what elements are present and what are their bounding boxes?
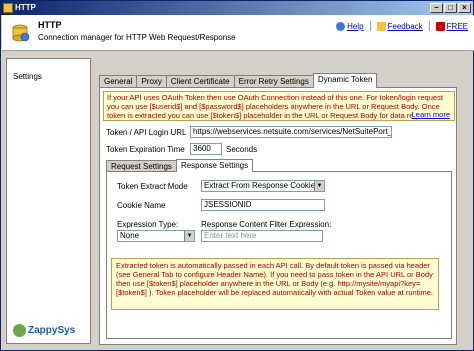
oauth-note: If your API uses OAuth Token then use OA…	[103, 91, 455, 121]
logo-text: ZappySys	[28, 325, 76, 336]
expression-type-select[interactable]: None ▼	[117, 230, 195, 242]
main-tabs: General Proxy Client Certificate Error R…	[99, 73, 378, 88]
nav-item-settings[interactable]: Settings	[13, 72, 42, 81]
feedback-link[interactable]: Feedback	[376, 21, 423, 31]
maximize-button[interactable]: □	[444, 3, 457, 13]
help-icon	[336, 21, 346, 31]
window-title: HTTP	[15, 3, 36, 12]
token-expiration-label: Token Expiration Time	[106, 145, 185, 154]
free-label: FREE	[446, 21, 468, 31]
separator	[428, 21, 430, 31]
expression-type-label: Expression Type:	[117, 220, 179, 229]
close-button[interactable]: ×	[458, 3, 471, 13]
logo-icon	[13, 324, 26, 337]
token-expiration-input[interactable]: 3600	[190, 143, 222, 155]
feedback-label: Feedback	[387, 21, 423, 31]
filter-expression-label: Response Content Filter Expression:	[201, 220, 332, 229]
learn-more-link[interactable]: Learn more	[411, 110, 450, 119]
zappysys-logo: ZappySys	[13, 324, 75, 337]
connection-manager-window: HTTP – □ × HTTP Connection manager for H…	[0, 0, 474, 351]
extract-mode-value: Extract From Response Cookie	[204, 181, 316, 190]
token-info-note: Extracted token is automatically passed …	[111, 258, 439, 310]
free-link[interactable]: FREE	[435, 21, 468, 31]
expression-type-value: None	[120, 231, 140, 240]
feedback-icon	[376, 21, 386, 31]
gift-icon	[435, 21, 445, 31]
chevron-down-icon: ▼	[314, 181, 324, 191]
header-title: HTTP	[38, 20, 62, 30]
chevron-down-icon: ▼	[184, 231, 194, 241]
title-bar: HTTP – □ ×	[1, 1, 473, 15]
header: HTTP Connection manager for HTTP Web Req…	[2, 15, 474, 51]
extract-mode-select[interactable]: Extract From Response Cookie ▼	[201, 180, 325, 192]
oauth-note-text: If your API uses OAuth Token then use OA…	[107, 93, 443, 120]
help-link[interactable]: Help	[336, 21, 364, 31]
token-url-input[interactable]: https://webservices.netsuite.com/service…	[190, 126, 392, 138]
filter-expression-input[interactable]: Enter text here	[201, 230, 323, 242]
extract-mode-label: Token Extract Mode	[117, 182, 188, 191]
tab-response-settings[interactable]: Response Settings	[175, 159, 254, 172]
tab-dynamic-token[interactable]: Dynamic Token	[312, 73, 378, 88]
help-label: Help	[347, 21, 364, 31]
http-connection-icon	[12, 24, 30, 42]
left-nav-pane: Settings ZappySys	[6, 58, 91, 344]
app-icon	[3, 3, 13, 13]
cookie-name-label: Cookie Name	[117, 201, 166, 210]
response-settings-panel: Token Extract Mode Extract From Response…	[106, 171, 452, 339]
minimize-button[interactable]: –	[430, 3, 443, 13]
separator	[369, 21, 371, 31]
seconds-unit-label: Seconds	[226, 145, 258, 154]
header-subtitle: Connection manager for HTTP Web Request/…	[38, 33, 236, 42]
token-url-label: Token / API Login URL	[106, 128, 187, 137]
cookie-name-input[interactable]: JSESSIONID	[201, 199, 325, 211]
dynamic-token-panel: If your API uses OAuth Token then use OA…	[99, 87, 457, 345]
